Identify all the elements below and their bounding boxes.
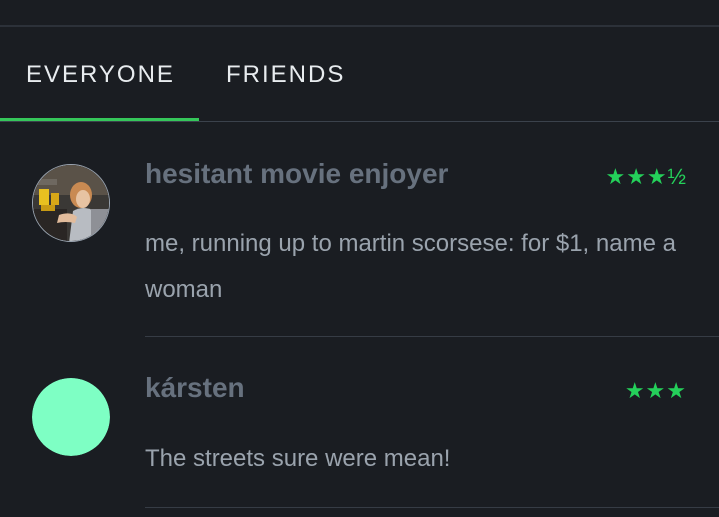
review-text: The streets sure were mean! bbox=[145, 445, 451, 472]
review-item: kársten ★★★ The streets sure were mean! bbox=[0, 338, 719, 508]
tab-friends[interactable]: FRIENDS bbox=[226, 61, 345, 89]
review-username[interactable]: kársten bbox=[145, 372, 245, 404]
star-rating: ★★★½ bbox=[605, 164, 687, 189]
tab-everyone[interactable]: EVERYONE bbox=[26, 61, 175, 89]
user-photo-avatar[interactable] bbox=[32, 164, 110, 242]
user-default-avatar[interactable] bbox=[32, 378, 110, 456]
default-avatar-icon bbox=[32, 378, 110, 456]
star-rating: ★★★ bbox=[624, 378, 687, 403]
review-item: hesitant movie enjoyer ★★★½ me, running … bbox=[0, 122, 719, 337]
review-filter-tabs: EVERYONE FRIENDS bbox=[0, 27, 719, 123]
review-text: me, running up to martin scorsese: for $… bbox=[145, 230, 676, 303]
review-username[interactable]: hesitant movie enjoyer bbox=[145, 158, 448, 190]
avatar-photo-icon bbox=[33, 165, 109, 241]
review-divider bbox=[145, 507, 719, 508]
review-divider bbox=[145, 336, 719, 337]
